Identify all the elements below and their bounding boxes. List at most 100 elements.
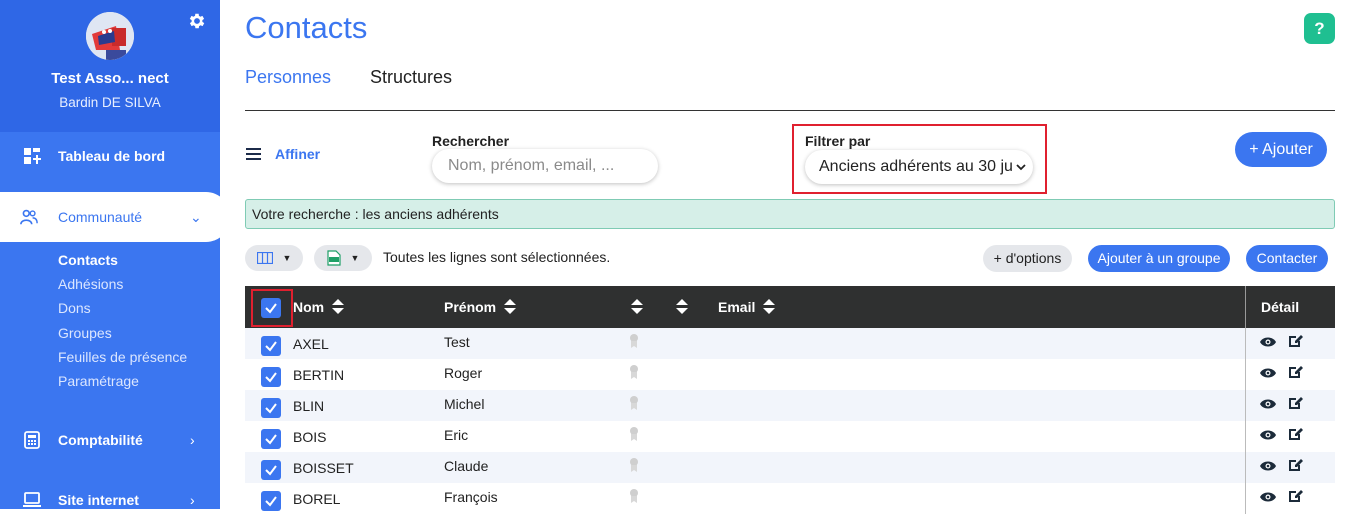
sidebar-sub-parametrage[interactable]: Paramétrage	[58, 373, 139, 389]
table-row[interactable]: BLIN Michel	[245, 390, 1335, 421]
edit-icon[interactable]	[1287, 364, 1303, 380]
column-header-email[interactable]: Email	[718, 299, 776, 315]
edit-icon[interactable]	[1287, 426, 1303, 442]
cell-prenom: François	[444, 489, 498, 505]
column-header-extra[interactable]	[668, 299, 688, 315]
column-divider	[1245, 452, 1246, 483]
calculator-icon	[24, 431, 40, 449]
column-divider	[1245, 421, 1246, 452]
edit-icon[interactable]	[1287, 488, 1303, 504]
columns-icon	[256, 252, 273, 264]
avatar[interactable]	[86, 12, 134, 60]
eye-icon[interactable]	[1259, 460, 1277, 472]
chevron-right-icon: ›	[190, 492, 195, 508]
help-button[interactable]: ?	[1304, 13, 1335, 44]
sidebar-item-community[interactable]: Communauté ⌄	[0, 192, 220, 242]
table-row[interactable]: BERTIN Roger	[245, 359, 1335, 390]
tab-structures[interactable]: Structures	[370, 67, 452, 88]
refine-label: Affiner	[275, 146, 321, 162]
sidebar-item-label: Site internet	[58, 492, 139, 508]
column-header-detail: Détail	[1261, 299, 1299, 315]
check-icon	[265, 341, 277, 352]
search-input[interactable]	[432, 149, 658, 183]
column-label: Détail	[1261, 299, 1300, 315]
more-options-button[interactable]: + d'options	[983, 245, 1072, 272]
chevron-down-icon: ⌄	[190, 208, 202, 225]
eye-icon[interactable]	[1259, 367, 1277, 379]
cell-nom: BOREL	[293, 491, 341, 507]
eye-icon[interactable]	[1259, 491, 1277, 503]
medal-icon	[630, 365, 638, 379]
check-icon	[265, 496, 277, 507]
select-all-highlight	[251, 289, 293, 327]
sort-icon	[504, 299, 517, 315]
medal-icon	[630, 427, 638, 441]
computer-icon	[23, 492, 41, 507]
filter-select[interactable]: Anciens adhérents au 30 ju	[805, 150, 1033, 184]
column-header-status[interactable]	[623, 299, 643, 315]
cell-prenom: Roger	[444, 365, 483, 381]
check-icon	[265, 434, 277, 445]
user-name: Bardin DE SILVA	[59, 95, 161, 110]
menu-icon	[246, 148, 261, 160]
row-checkbox[interactable]	[261, 367, 281, 387]
row-checkbox[interactable]	[261, 491, 281, 511]
row-checkbox[interactable]	[261, 398, 281, 418]
chevron-down-icon	[1016, 164, 1026, 171]
tabs-divider	[245, 110, 1335, 111]
column-label: Prénom	[444, 299, 497, 315]
edit-icon[interactable]	[1287, 395, 1303, 411]
edit-icon[interactable]	[1287, 457, 1303, 473]
sidebar-item-accounting[interactable]: Comptabilité ›	[0, 420, 220, 460]
cell-prenom: Test	[444, 334, 470, 350]
sidebar-sub-contacts[interactable]: Contacts	[58, 252, 118, 268]
add-to-group-button[interactable]: Ajouter à un groupe	[1088, 245, 1230, 272]
export-button[interactable]: ▼	[314, 245, 372, 271]
column-header-nom[interactable]: Nom	[293, 299, 345, 315]
refine-button[interactable]: Affiner	[246, 146, 320, 162]
cell-nom: AXEL	[293, 336, 329, 352]
cell-nom: BLIN	[293, 398, 325, 414]
column-header-prenom[interactable]: Prénom	[444, 299, 517, 315]
check-icon	[265, 372, 277, 383]
eye-icon[interactable]	[1259, 398, 1277, 410]
column-divider	[1245, 286, 1246, 328]
add-button[interactable]: + Ajouter	[1235, 132, 1327, 167]
eye-icon[interactable]	[1259, 336, 1277, 348]
table-header: Nom Prénom Email Détail	[245, 286, 1335, 328]
sidebar-item-dashboard[interactable]: Tableau de bord	[0, 136, 220, 176]
spreadsheet-icon	[326, 250, 341, 266]
columns-button[interactable]: ▼	[245, 245, 303, 271]
table-row[interactable]: AXEL Test	[245, 328, 1335, 359]
column-label: Nom	[293, 299, 325, 315]
table-row[interactable]: BOISSET Claude	[245, 452, 1335, 483]
cell-prenom: Claude	[444, 458, 489, 474]
table-row[interactable]: BOIS Eric	[245, 421, 1335, 452]
edit-icon[interactable]	[1287, 333, 1303, 349]
sort-icon	[631, 299, 643, 315]
sidebar-item-website[interactable]: Site internet ›	[0, 480, 220, 509]
sidebar: Test Asso... nect Bardin DE SILVA Tablea…	[0, 0, 220, 509]
cell-nom: BOISSET	[293, 460, 354, 476]
check-icon	[265, 465, 277, 476]
contact-button[interactable]: Contacter	[1246, 245, 1328, 272]
row-checkbox[interactable]	[261, 429, 281, 449]
sidebar-sub-adhesions[interactable]: Adhésions	[58, 276, 123, 292]
page-title: Contacts	[245, 10, 368, 45]
eye-icon[interactable]	[1259, 429, 1277, 441]
row-checkbox[interactable]	[261, 336, 281, 356]
column-divider	[1245, 483, 1246, 514]
selection-status: Toutes les lignes sont sélectionnées.	[383, 249, 611, 265]
cell-prenom: Michel	[444, 396, 485, 412]
check-icon	[265, 403, 277, 414]
search-label: Rechercher	[432, 133, 510, 149]
row-checkbox[interactable]	[261, 460, 281, 480]
table-row[interactable]: BOREL François	[245, 483, 1335, 514]
tab-persons[interactable]: Personnes	[245, 67, 331, 88]
gear-icon[interactable]	[187, 11, 207, 31]
sidebar-sub-groupes[interactable]: Groupes	[58, 325, 112, 341]
sort-icon	[332, 299, 345, 315]
medal-icon	[630, 334, 638, 348]
sidebar-sub-dons[interactable]: Dons	[58, 300, 91, 316]
sidebar-sub-feuilles[interactable]: Feuilles de présence	[58, 349, 187, 365]
